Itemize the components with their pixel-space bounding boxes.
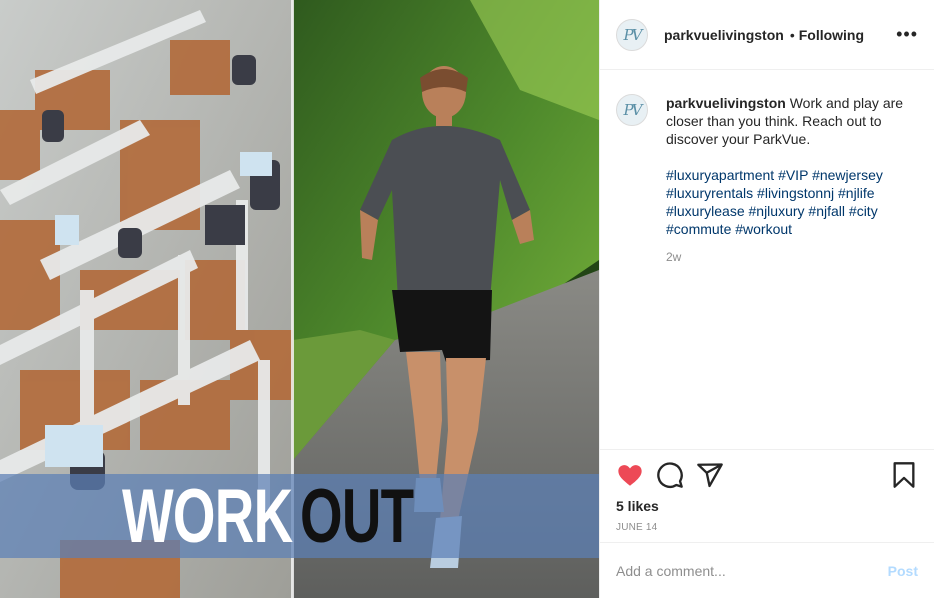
- post-header: PV parkvuelivingston • Following •••: [600, 0, 934, 70]
- username-link[interactable]: parkvuelivingston: [664, 27, 784, 43]
- hashtag-list: #luxuryapartment #VIP #newjersey #luxury…: [666, 166, 918, 238]
- hashtag-link[interactable]: #city: [849, 203, 878, 219]
- hashtag-link[interactable]: #luxuryapartment: [666, 167, 774, 183]
- hashtag-link[interactable]: #luxuryrentals: [666, 185, 753, 201]
- following-button[interactable]: Following: [799, 27, 864, 43]
- bookmark-icon[interactable]: [890, 461, 918, 489]
- heart-filled-icon[interactable]: [616, 461, 644, 489]
- comment-input[interactable]: [616, 562, 888, 579]
- avatar[interactable]: PV: [616, 18, 648, 51]
- hashtag-link[interactable]: #livingstonnj: [757, 185, 834, 201]
- hashtag-link[interactable]: #VIP: [778, 167, 808, 183]
- avatar-monogram: PV: [623, 101, 643, 119]
- hashtag-link[interactable]: #njfall: [808, 203, 845, 219]
- post-age[interactable]: 2w: [666, 250, 918, 264]
- comment-box: Post: [600, 542, 934, 598]
- caption-username-link[interactable]: parkvuelivingston: [666, 95, 786, 111]
- caption-text-block: parkvuelivingston Work and play are clos…: [666, 94, 918, 148]
- caption: PV parkvuelivingston Work and play are c…: [600, 70, 934, 449]
- post-image[interactable]: WORK OUT: [0, 0, 599, 598]
- share-icon[interactable]: [696, 461, 724, 489]
- action-bar: 5 likes JUNE 14: [600, 449, 934, 542]
- hashtag-link[interactable]: #commute: [666, 221, 731, 237]
- caption-body: parkvuelivingston Work and play are clos…: [666, 94, 918, 449]
- overlay-text-work: WORK: [122, 473, 293, 559]
- hashtag-link[interactable]: #newjersey: [812, 167, 883, 183]
- hashtag-link[interactable]: #njluxury: [749, 203, 805, 219]
- avatar-monogram: PV: [623, 25, 643, 44]
- hashtag-link[interactable]: #luxurylease: [666, 203, 745, 219]
- likes-count[interactable]: 5 likes: [616, 498, 918, 514]
- post-viewer: WORK OUT PV parkvuelivingston • Followin…: [0, 0, 934, 598]
- post-comment-button[interactable]: Post: [888, 563, 918, 579]
- hashtag-link[interactable]: #njlife: [838, 185, 875, 201]
- action-icons: [616, 460, 918, 490]
- post-date[interactable]: JUNE 14: [616, 522, 918, 533]
- hashtag-link[interactable]: #workout: [735, 221, 792, 237]
- post-side-panel: PV parkvuelivingston • Following ••• PV …: [599, 0, 934, 598]
- comment-icon[interactable]: [656, 461, 684, 489]
- caption-avatar[interactable]: PV: [616, 94, 648, 126]
- more-options-icon[interactable]: •••: [896, 24, 918, 45]
- separator-dot: •: [789, 26, 795, 43]
- overlay-text-out: OUT: [300, 473, 414, 559]
